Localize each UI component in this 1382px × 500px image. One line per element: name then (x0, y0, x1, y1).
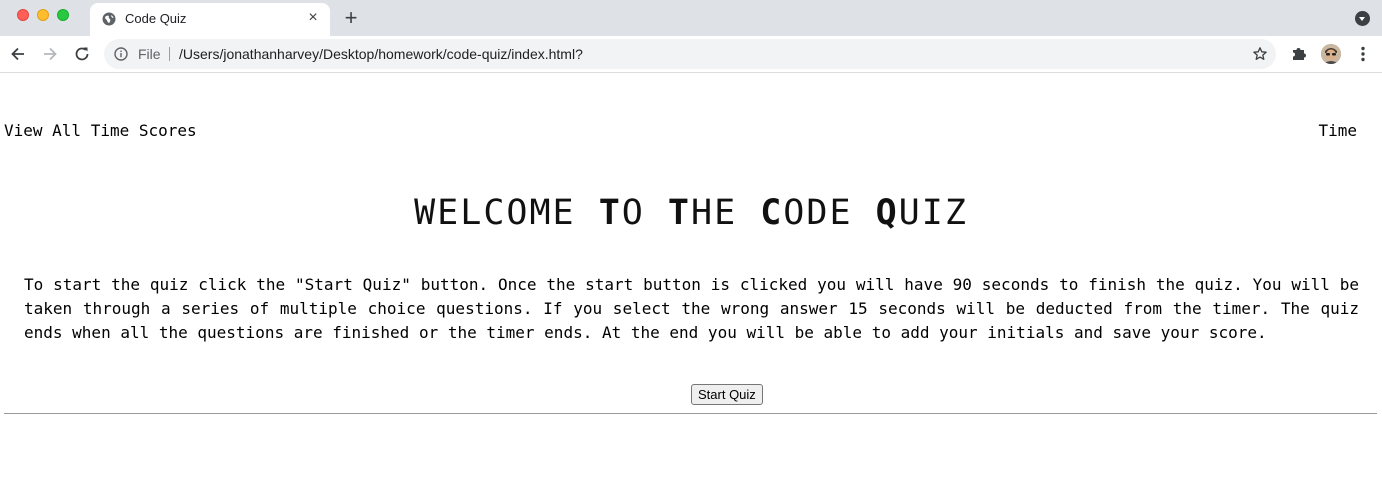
instructions-text: To start the quiz click the "Start Quiz"… (24, 275, 1359, 342)
new-tab-button[interactable]: + (341, 7, 361, 29)
page-title: WELCOME TO THE CODE QUIZ (0, 193, 1382, 233)
title-part: T (667, 193, 691, 233)
title-part: T (598, 193, 622, 233)
title-part: Q (875, 193, 899, 233)
horizontal-rule (4, 413, 1377, 414)
browser-toolbar: File /Users/jonathanharvey/Desktop/homew… (0, 36, 1382, 73)
forward-arrow-icon[interactable] (40, 44, 60, 64)
minimize-window-button[interactable] (37, 9, 49, 21)
title-part: ODE (783, 193, 876, 233)
title-part: C (760, 193, 784, 233)
view-all-time-scores-link[interactable]: View All Time Scores (4, 121, 197, 140)
bookmark-star-icon[interactable] (1252, 46, 1268, 62)
scheme-label: File (138, 46, 161, 62)
title-part: ELCOME (437, 193, 599, 233)
url-text[interactable]: /Users/jonathanharvey/Desktop/homework/c… (179, 46, 583, 62)
address-bar[interactable]: File /Users/jonathanharvey/Desktop/homew… (104, 39, 1276, 69)
browser-tab-bar: Code Quiz × + (0, 0, 1382, 36)
avatar-face-icon (1321, 44, 1341, 64)
title-part: W (414, 193, 438, 233)
more-options-icon[interactable] (1356, 45, 1370, 63)
info-icon[interactable] (114, 47, 128, 61)
close-tab-icon[interactable]: × (306, 10, 320, 26)
extensions-puzzle-icon[interactable] (1290, 45, 1308, 63)
start-quiz-button[interactable]: Start Quiz (691, 384, 763, 405)
browser-tab[interactable]: Code Quiz × (90, 3, 330, 36)
tab-title: Code Quiz (125, 11, 187, 26)
address-divider (169, 47, 170, 61)
title-part: O (621, 193, 668, 233)
tab-search-icon[interactable] (1355, 11, 1370, 26)
title-part: HE (691, 193, 761, 233)
title-part: UIZ (898, 193, 968, 233)
back-arrow-icon[interactable] (8, 44, 28, 64)
timer-label: Time (1318, 121, 1357, 140)
maximize-window-button[interactable] (57, 9, 69, 21)
profile-avatar[interactable] (1321, 44, 1341, 64)
reload-icon[interactable] (72, 44, 92, 64)
close-window-button[interactable] (17, 9, 29, 21)
page-content: View All Time Scores Time WELCOME TO THE… (0, 73, 1382, 500)
globe-icon (102, 12, 116, 26)
